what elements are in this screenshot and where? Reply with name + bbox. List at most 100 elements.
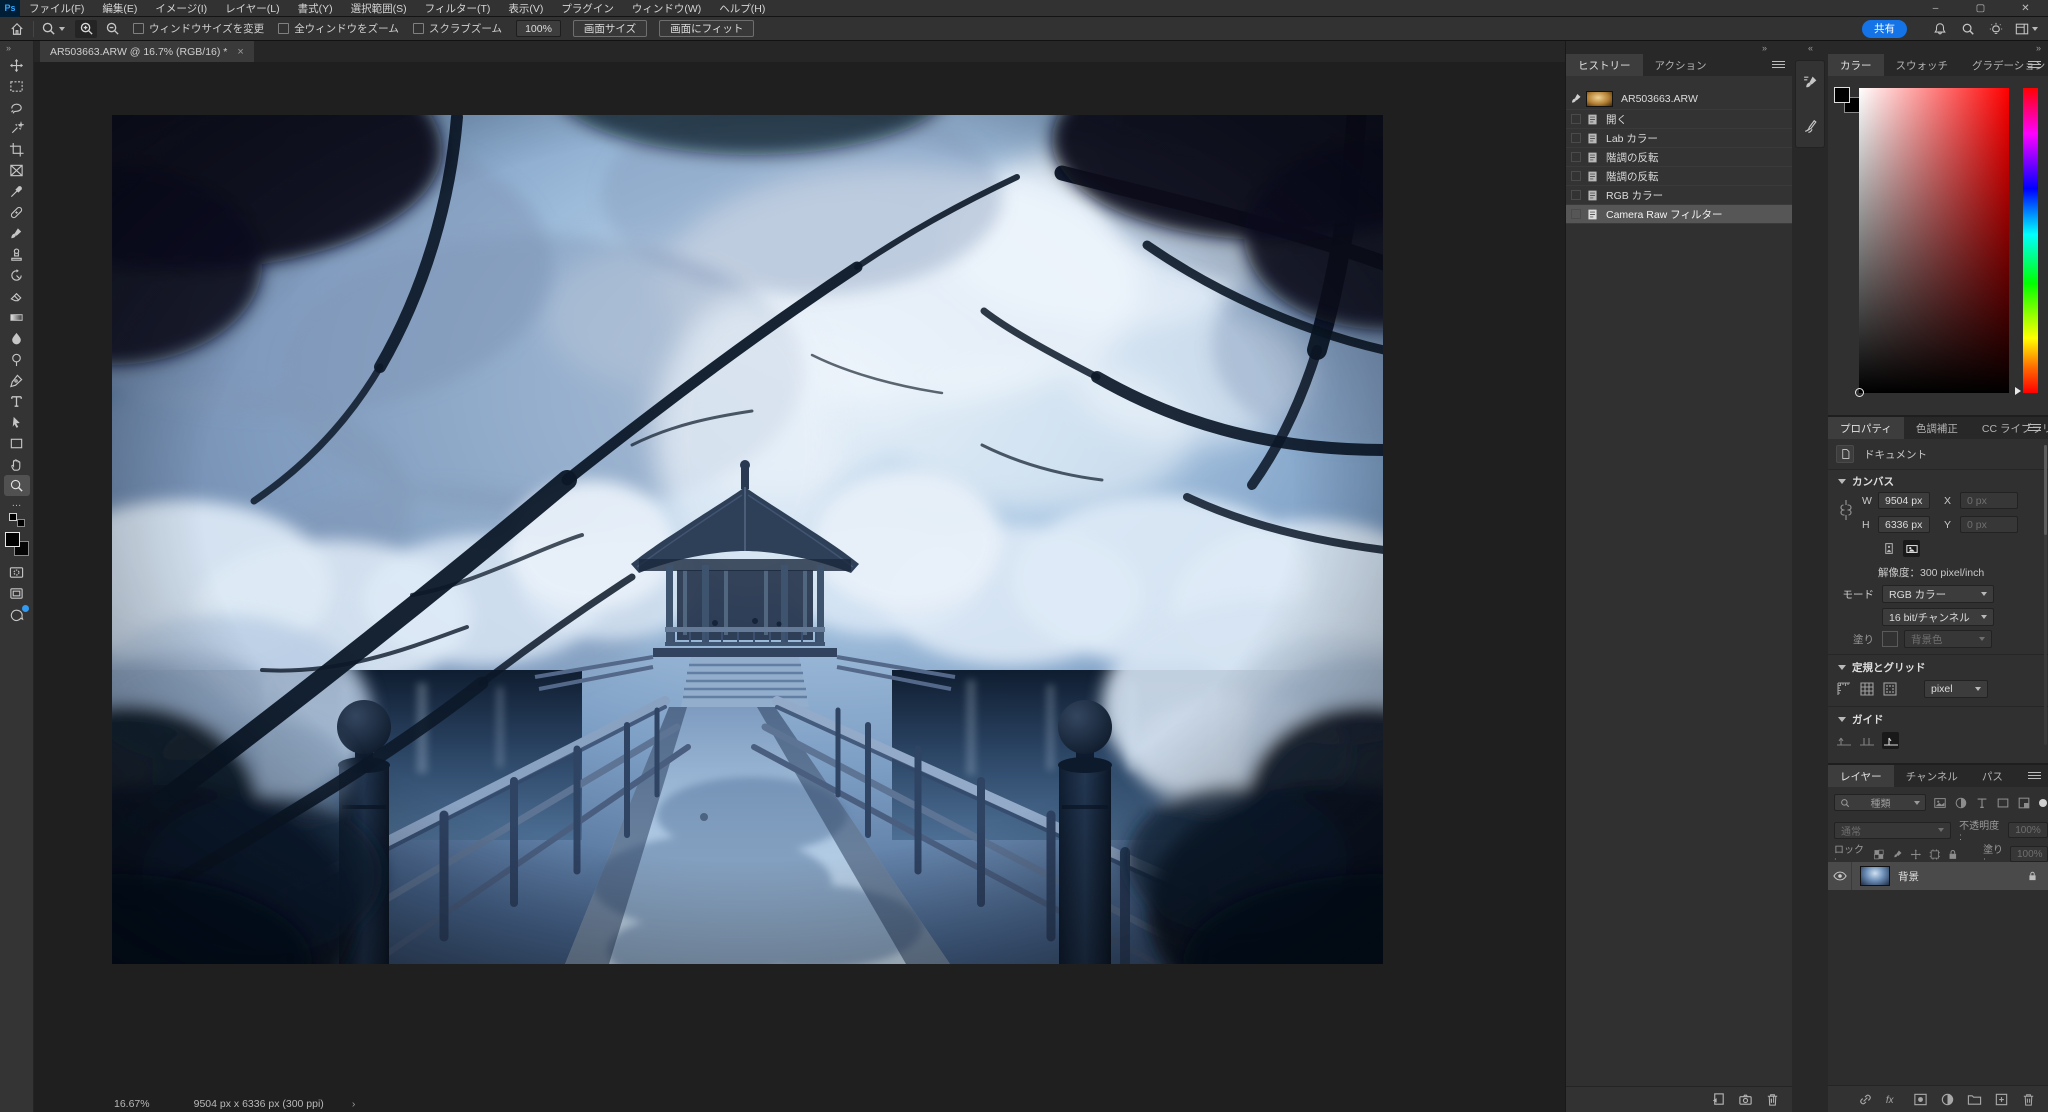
- new-document-from-state-icon[interactable]: [1711, 1092, 1726, 1107]
- status-zoom-level[interactable]: 16.67%: [114, 1098, 150, 1110]
- guide-option-icon-1[interactable]: [1836, 734, 1852, 748]
- portrait-orientation-button[interactable]: [1880, 540, 1897, 557]
- foreground-color-swatch[interactable]: [5, 532, 20, 547]
- filter-shape-layers-icon[interactable]: [1996, 796, 2010, 810]
- tab-paths[interactable]: パス: [1970, 765, 2015, 787]
- share-button[interactable]: 共有: [1862, 20, 1907, 38]
- menu-select[interactable]: 選択範囲(S): [342, 0, 416, 17]
- document-tab[interactable]: AR503663.ARW @ 16.7% (RGB/16) * ×: [40, 41, 254, 62]
- tab-layers[interactable]: レイヤー: [1828, 765, 1894, 787]
- notifications-bell-icon[interactable]: [1931, 20, 1949, 38]
- new-layer-icon[interactable]: [1994, 1092, 2009, 1107]
- canvas-section-header[interactable]: カンバス: [1828, 474, 2048, 489]
- discover-lightbulb-icon[interactable]: [1987, 20, 2005, 38]
- menu-file[interactable]: ファイル(F): [20, 0, 93, 17]
- pen-tool[interactable]: [4, 370, 30, 391]
- pixel-grid-toggle-icon[interactable]: [1882, 681, 1898, 697]
- panel-menu-icon[interactable]: [2028, 61, 2041, 70]
- hue-slider[interactable]: [2023, 88, 2038, 393]
- toolbar-expand-icon[interactable]: »: [0, 41, 33, 55]
- panel-menu-icon[interactable]: [2028, 772, 2041, 781]
- history-state-camera-raw-filter[interactable]: Camera Raw フィルター: [1566, 205, 1792, 224]
- panel-menu-icon[interactable]: [1772, 61, 1785, 70]
- lock-artboard-icon[interactable]: [1929, 848, 1941, 861]
- tab-adjustments[interactable]: 色調補正: [1904, 417, 1970, 439]
- properties-scrollbar[interactable]: [2044, 445, 2047, 745]
- default-swap-colors-icon[interactable]: [9, 513, 25, 527]
- new-adjustment-layer-icon[interactable]: [1940, 1092, 1955, 1107]
- link-layers-icon[interactable]: [1858, 1092, 1873, 1107]
- spot-healing-brush-tool[interactable]: [4, 202, 30, 223]
- guides-section-header[interactable]: ガイド: [1828, 712, 2048, 727]
- filter-smart-objects-icon[interactable]: [2017, 796, 2031, 810]
- menu-edit[interactable]: 編集(E): [93, 0, 146, 17]
- gradient-tool[interactable]: [4, 307, 30, 328]
- layer-filter-search[interactable]: 種類: [1834, 794, 1926, 811]
- ruler-units-dropdown[interactable]: pixel: [1924, 680, 1988, 698]
- color-saturation-brightness-field[interactable]: [1859, 88, 2009, 393]
- menu-layer[interactable]: レイヤー(L): [216, 0, 289, 17]
- quick-mask-mode-button[interactable]: [4, 562, 30, 583]
- panel-expand-icon[interactable]: «: [1792, 41, 1828, 54]
- screen-mode-button[interactable]: [4, 583, 30, 604]
- lasso-tool[interactable]: [4, 97, 30, 118]
- history-state-invert-2[interactable]: 階調の反転: [1566, 167, 1792, 186]
- zoom-percent-button[interactable]: 100%: [516, 20, 561, 37]
- menu-type[interactable]: 書式(Y): [289, 0, 342, 17]
- frame-tool[interactable]: [4, 160, 30, 181]
- rulers-toggle-icon[interactable]: [1836, 681, 1852, 697]
- home-icon[interactable]: [8, 20, 26, 38]
- resize-windows-to-fit-checkbox[interactable]: [133, 23, 144, 34]
- guide-option-icon-2[interactable]: [1859, 734, 1875, 748]
- brush-tool[interactable]: [4, 223, 30, 244]
- zoom-in-button[interactable]: [75, 20, 97, 38]
- foreground-background-swatches[interactable]: [1834, 87, 1860, 113]
- guide-option-icon-3[interactable]: [1882, 732, 1899, 749]
- new-group-folder-icon[interactable]: [1967, 1092, 1982, 1107]
- color-mode-dropdown[interactable]: RGB カラー: [1882, 585, 1994, 603]
- history-state-open[interactable]: 開く: [1566, 110, 1792, 129]
- lock-image-pixels-icon[interactable]: [1892, 848, 1904, 861]
- brush-settings-panel-icon[interactable]: [1802, 74, 1819, 91]
- menu-plugins[interactable]: プラグイン: [552, 0, 623, 17]
- blur-tool[interactable]: [4, 328, 30, 349]
- tab-properties[interactable]: プロパティ: [1828, 417, 1904, 439]
- zoom-tool-preset[interactable]: [41, 21, 65, 36]
- add-layer-mask-icon[interactable]: [1913, 1092, 1928, 1107]
- brushes-panel-icon[interactable]: [1802, 117, 1819, 134]
- workspace-switcher-icon[interactable]: [2015, 20, 2038, 38]
- crop-tool[interactable]: [4, 139, 30, 160]
- search-icon[interactable]: [1959, 20, 1977, 38]
- filter-pixel-layers-icon[interactable]: [1933, 796, 1947, 810]
- menu-image[interactable]: イメージ(I): [146, 0, 216, 17]
- layer-thumbnail[interactable]: [1860, 866, 1890, 886]
- hand-tool[interactable]: [4, 454, 30, 475]
- grid-toggle-icon[interactable]: [1859, 681, 1875, 697]
- eyedropper-tool[interactable]: [4, 181, 30, 202]
- scrubby-zoom-checkbox[interactable]: [413, 23, 424, 34]
- layer-visibility-toggle[interactable]: [1828, 862, 1852, 890]
- panel-collapse-icon[interactable]: »: [1566, 41, 1792, 54]
- rectangular-marquee-tool[interactable]: [4, 76, 30, 97]
- delete-layer-trash-icon[interactable]: [2021, 1092, 2036, 1107]
- dodge-tool[interactable]: [4, 349, 30, 370]
- history-state-lab-color[interactable]: Lab カラー: [1566, 129, 1792, 148]
- type-tool[interactable]: [4, 391, 30, 412]
- edit-toolbar-ellipsis[interactable]: …: [12, 500, 22, 508]
- canvas-pasteboard[interactable]: [34, 62, 1565, 1095]
- fit-screen-button[interactable]: 画面サイズ: [573, 20, 647, 37]
- zoom-tool[interactable]: [4, 475, 30, 496]
- lock-all-icon[interactable]: [1947, 848, 1959, 861]
- menu-window[interactable]: ウィンドウ(W): [623, 0, 710, 17]
- layer-effects-fx-icon[interactable]: fx: [1885, 1093, 1901, 1106]
- document-canvas-image[interactable]: [112, 115, 1383, 964]
- close-button[interactable]: ✕: [2003, 0, 2048, 17]
- color-field-cursor[interactable]: [1855, 388, 1864, 397]
- canvas-fill-swatch[interactable]: [1882, 631, 1898, 647]
- tab-history[interactable]: ヒストリー: [1566, 54, 1643, 76]
- hue-slider-arrow[interactable]: [2015, 387, 2021, 395]
- menu-view[interactable]: 表示(V): [499, 0, 552, 17]
- tab-channels[interactable]: チャンネル: [1894, 765, 1970, 787]
- bit-depth-dropdown[interactable]: 16 bit/チャンネル: [1882, 608, 1994, 626]
- share-feedback-button[interactable]: [4, 604, 30, 625]
